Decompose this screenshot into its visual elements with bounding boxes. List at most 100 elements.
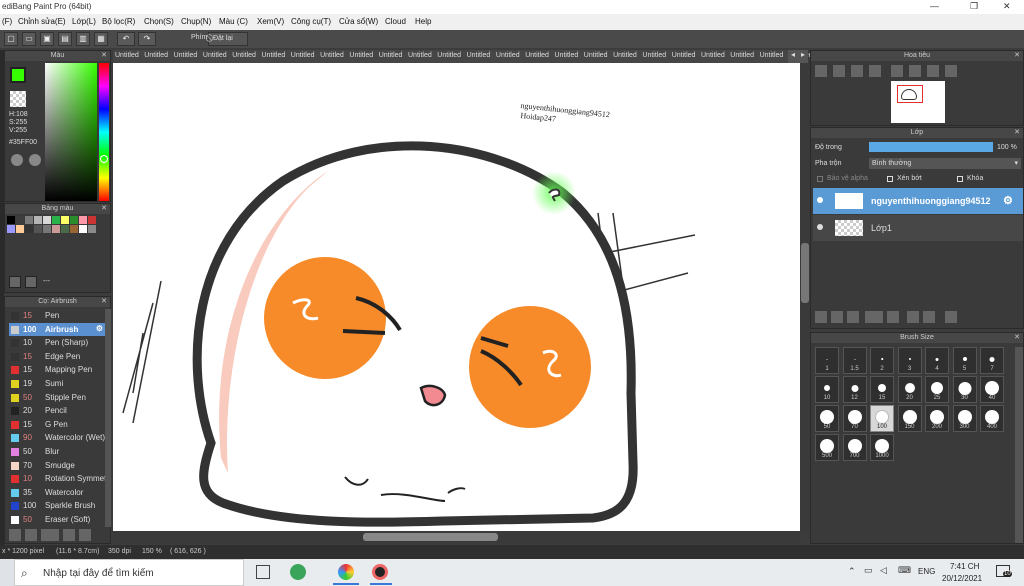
- brush-item[interactable]: 35 Watercolor: [9, 486, 105, 499]
- document-tab[interactable]: Untitled: [730, 52, 754, 59]
- document-tab[interactable]: Untitled: [642, 52, 666, 59]
- panel-close-icon[interactable]: ✕: [101, 204, 107, 214]
- brush-size-option[interactable]: 25: [925, 376, 949, 403]
- brush-item[interactable]: 15 G Pen: [9, 418, 105, 431]
- transparent-swatch[interactable]: [10, 91, 26, 107]
- rotate-left-icon[interactable]: [891, 65, 903, 77]
- menu-file[interactable]: (F): [2, 17, 12, 26]
- document-tab[interactable]: Untitled: [408, 52, 432, 59]
- brush-size-option[interactable]: 5: [952, 347, 977, 374]
- palette-swatch[interactable]: [25, 225, 33, 233]
- comment-icon[interactable]: ▭: [22, 32, 36, 46]
- document-tab[interactable]: Untitled: [174, 52, 198, 59]
- document-tab[interactable]: Untitled: [525, 52, 549, 59]
- document-tab[interactable]: Untitled: [672, 52, 696, 59]
- brush-size-option[interactable]: 1: [815, 347, 839, 374]
- hue-slider-handle[interactable]: [100, 155, 108, 163]
- new-layer-1bit-icon[interactable]: [847, 311, 859, 323]
- reset-button[interactable]: ⃠ Đặt lại: [208, 32, 248, 46]
- menu-tools[interactable]: Công cụ(T): [291, 17, 331, 26]
- vscroll-thumb[interactable]: [801, 243, 809, 303]
- navigator-thumbnail[interactable]: [891, 81, 945, 123]
- folder-icon[interactable]: [887, 311, 899, 323]
- panel-close-icon[interactable]: ✕: [1014, 51, 1020, 61]
- eyedropper-icon[interactable]: [11, 154, 23, 166]
- brush-item[interactable]: 10 Pen (Sharp): [9, 336, 105, 349]
- document-tab[interactable]: Untitled: [701, 52, 725, 59]
- start-button[interactable]: [0, 559, 14, 586]
- current-color-swatch[interactable]: [10, 67, 26, 83]
- brush-size-option[interactable]: 400: [980, 405, 1004, 432]
- medibang-icon[interactable]: [372, 564, 388, 580]
- speaker-icon[interactable]: ◁: [880, 565, 887, 576]
- tabs-scroll-left-icon[interactable]: ◂: [788, 50, 798, 63]
- brush-item[interactable]: 15 Edge Pen: [9, 350, 105, 363]
- maximize-button[interactable]: ❐: [970, 1, 978, 12]
- brush-size-option[interactable]: 50: [815, 405, 839, 432]
- brush-size-option[interactable]: 300: [952, 405, 977, 432]
- palette-swatch[interactable]: [79, 225, 87, 233]
- save-icon[interactable]: ▥: [76, 32, 90, 46]
- menu-select[interactable]: Chọn(S): [144, 17, 174, 26]
- brush-item[interactable]: 20 Pencil: [9, 404, 105, 417]
- menu-window[interactable]: Cửa sổ(W): [339, 17, 378, 26]
- brush-size-option[interactable]: 40: [980, 376, 1004, 403]
- document-tab[interactable]: Untitled: [349, 52, 373, 59]
- document-icon[interactable]: ▤: [58, 32, 72, 46]
- panel-close-icon[interactable]: ✕: [101, 297, 107, 307]
- palette-swatch[interactable]: [88, 216, 96, 224]
- document-tab[interactable]: Untitled: [320, 52, 344, 59]
- fullscreen-icon[interactable]: [909, 65, 921, 77]
- brush-size-option[interactable]: 3: [897, 347, 922, 374]
- palette-icon[interactable]: [29, 154, 41, 166]
- menu-view[interactable]: Xem(V): [257, 17, 284, 26]
- trash-icon[interactable]: [25, 276, 37, 288]
- zoom-in-icon[interactable]: [815, 65, 827, 77]
- list-icon[interactable]: ▦: [94, 32, 108, 46]
- brush-item[interactable]: 15 Pen: [9, 309, 105, 322]
- document-tab[interactable]: Untitled: [144, 52, 168, 59]
- opacity-slider[interactable]: [869, 142, 993, 152]
- add-layer-menu-icon[interactable]: [865, 311, 883, 323]
- palette-swatch[interactable]: [61, 216, 69, 224]
- layer-visibility-icon[interactable]: [817, 224, 823, 230]
- panel-close-icon[interactable]: ✕: [1014, 128, 1020, 138]
- brush-size-option[interactable]: 4: [925, 347, 949, 374]
- new-layer-icon[interactable]: [815, 311, 827, 323]
- saturation-value-picker[interactable]: [45, 63, 97, 201]
- brush-size-option[interactable]: 200: [925, 405, 949, 432]
- close-button[interactable]: ✕: [1003, 1, 1011, 12]
- hscroll-thumb[interactable]: [363, 533, 498, 541]
- document-tab[interactable]: Untitled: [203, 52, 227, 59]
- brush-delete-icon[interactable]: [63, 529, 75, 541]
- brush-size-option[interactable]: 2: [870, 347, 894, 374]
- rotate-right-icon[interactable]: [927, 65, 939, 77]
- document-tab[interactable]: Untitled: [613, 52, 637, 59]
- canvas-horizontal-scrollbar[interactable]: [113, 531, 800, 543]
- delete-layer-icon[interactable]: [945, 311, 957, 323]
- brush-item[interactable]: 50 Blur: [9, 445, 105, 458]
- document-tab[interactable]: Untitled: [379, 52, 403, 59]
- add-color-icon[interactable]: [9, 276, 21, 288]
- clock-time[interactable]: 7:41 CH: [950, 562, 979, 571]
- brush-size-option[interactable]: 1000: [870, 434, 894, 461]
- menu-color[interactable]: Màu (C): [219, 17, 248, 26]
- document-tab[interactable]: Untitled: [555, 52, 579, 59]
- menu-cloud[interactable]: Cloud: [385, 17, 406, 26]
- brush-item[interactable]: 50 Eraser (Soft): [9, 513, 105, 526]
- duplicate-layer-icon[interactable]: [907, 311, 919, 323]
- brush-item[interactable]: 90 Watercolor (Wet): [9, 431, 105, 444]
- palette-swatch[interactable]: [70, 225, 78, 233]
- layer-item[interactable]: Lớp1: [813, 215, 1023, 241]
- brush-item[interactable]: 10 Rotation Symmetry: [9, 472, 105, 485]
- document-tab[interactable]: Untitled: [262, 52, 286, 59]
- brush-item[interactable]: 70 Smudge: [9, 459, 105, 472]
- keyboard-icon[interactable]: ⌨: [898, 565, 911, 576]
- menu-help[interactable]: Help: [415, 17, 431, 26]
- undo-icon[interactable]: ↶: [117, 32, 135, 46]
- menu-edit[interactable]: Chỉnh sửa(E): [18, 17, 66, 26]
- palette-swatch[interactable]: [16, 225, 24, 233]
- new-layer-8bit-icon[interactable]: [831, 311, 843, 323]
- brush-size-option[interactable]: 30: [952, 376, 977, 403]
- document-tab[interactable]: Untitled: [467, 52, 491, 59]
